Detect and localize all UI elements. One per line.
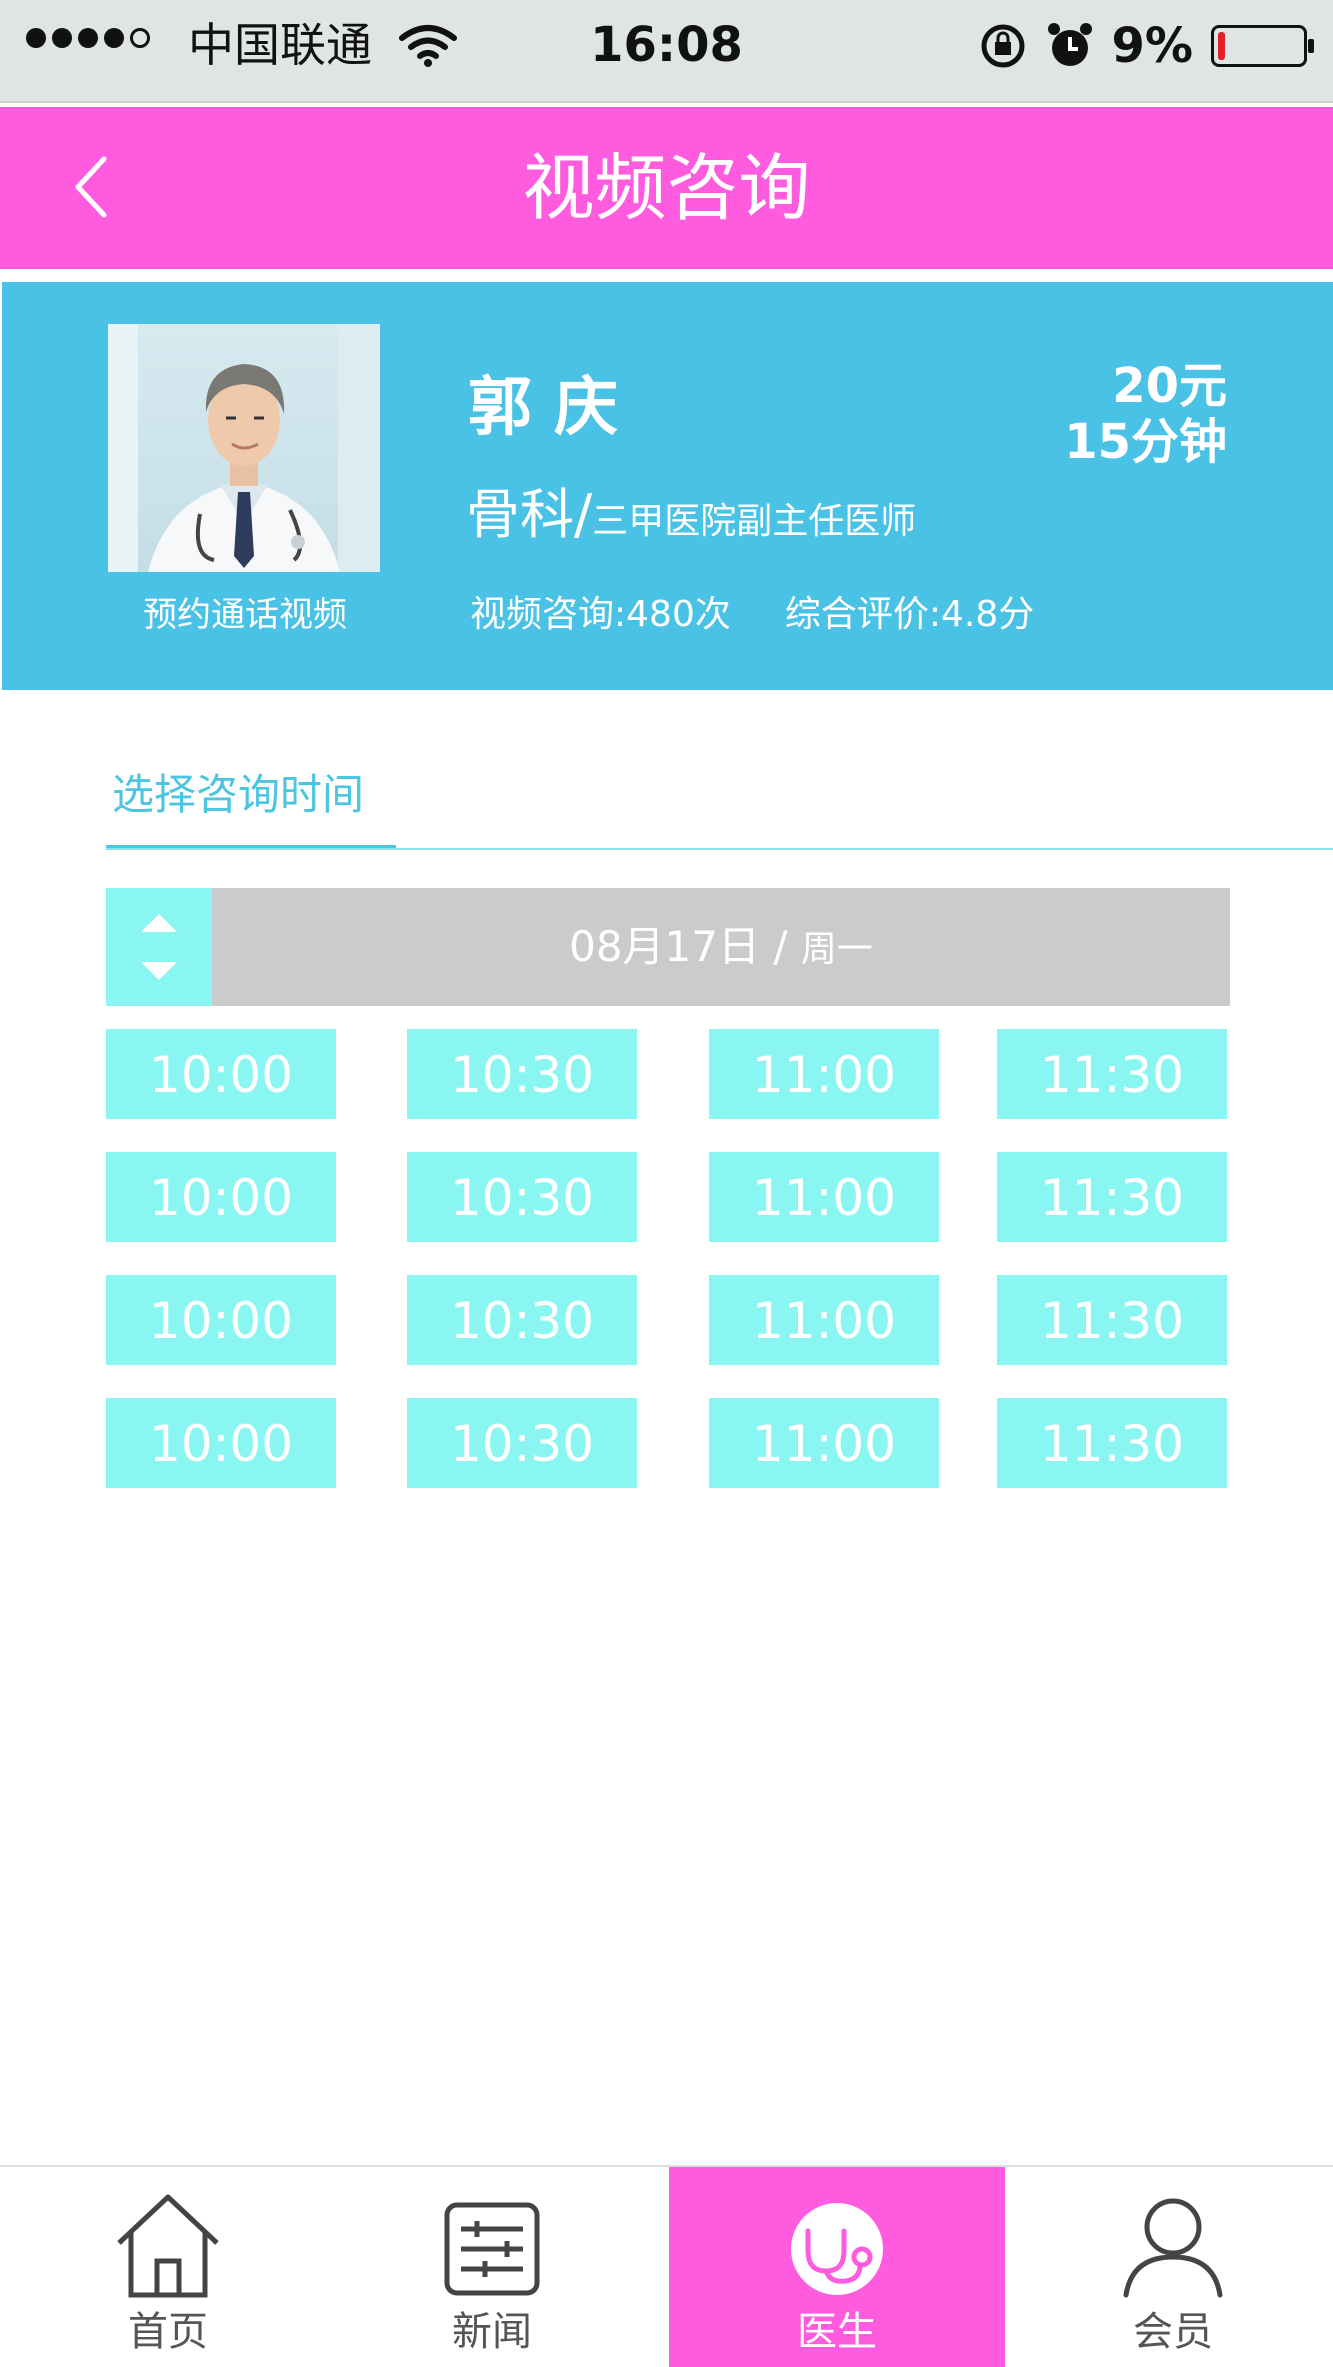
- time-slot[interactable]: 10:00: [106, 1275, 336, 1365]
- rotation-lock-icon: [981, 24, 1024, 68]
- tab-doctor-label: 医生: [797, 2309, 877, 2355]
- back-button[interactable]: [60, 147, 120, 227]
- time-slot[interactable]: 11:30: [997, 1152, 1227, 1242]
- department-separator: /: [574, 483, 593, 546]
- alarm-icon: [1047, 23, 1092, 66]
- arrow-up-icon[interactable]: [137, 906, 181, 942]
- doctor-name: 郭庆: [468, 371, 640, 445]
- tab-member[interactable]: 会员: [1005, 2167, 1333, 2367]
- status-bar: 中国联通 16:08 9%: [0, 0, 1333, 103]
- tab-bar: 首页 新闻 医生 会员: [0, 2165, 1333, 2367]
- news-icon: [444, 2202, 540, 2296]
- doctor-department: 骨科/三甲医院副主任医师: [466, 480, 916, 563]
- time-slot[interactable]: 11:00: [709, 1152, 939, 1242]
- date-stepper: [106, 888, 212, 1006]
- section-divider: [106, 848, 1333, 850]
- time-slot[interactable]: 10:30: [407, 1275, 637, 1365]
- tab-home[interactable]: 首页: [0, 2167, 336, 2367]
- time-slot[interactable]: 10:30: [407, 1029, 637, 1119]
- time-slot[interactable]: 11:00: [709, 1398, 939, 1488]
- tab-select-time-label: 选择咨询时间: [112, 770, 365, 819]
- selected-date: 08月17日 / 周一: [212, 888, 1230, 1006]
- date-separator: /: [773, 922, 788, 971]
- price-amount: 20元: [1112, 358, 1227, 414]
- time-slot[interactable]: 10:00: [106, 1398, 336, 1488]
- page-title: 视频咨询: [522, 146, 811, 230]
- price-duration: 15分钟: [1064, 414, 1227, 470]
- time-slot[interactable]: 11:00: [709, 1275, 939, 1365]
- time-slot[interactable]: 10:00: [106, 1152, 336, 1242]
- tab-news[interactable]: 新闻: [324, 2167, 660, 2367]
- rating: 综合评价:4.8分: [784, 594, 1035, 635]
- nav-bar: 视频咨询: [0, 107, 1333, 269]
- tab-select-time[interactable]: 选择咨询时间: [106, 760, 396, 850]
- doctor-avatar: [108, 324, 380, 572]
- department-name: 骨科: [466, 483, 574, 546]
- doctor-card: 预约通话视频 郭庆 骨科/三甲医院副主任医师 20元 15分钟 视频咨询:480…: [2, 282, 1333, 690]
- user-icon: [1123, 2198, 1223, 2298]
- consult-count: 视频咨询:480次: [470, 594, 731, 635]
- time-slot[interactable]: 10:00: [106, 1029, 336, 1119]
- tab-home-label: 首页: [128, 2309, 208, 2355]
- time-slot[interactable]: 10:30: [407, 1152, 637, 1242]
- battery-level: [1218, 32, 1225, 60]
- time-slot[interactable]: 11:30: [997, 1029, 1227, 1119]
- date-selector: 08月17日 / 周一: [106, 888, 1230, 1006]
- appointment-label[interactable]: 预约通话视频: [76, 590, 414, 640]
- battery-percent: 9%: [1111, 18, 1194, 74]
- doctor-price: 20元 15分钟: [1064, 358, 1227, 470]
- tab-doctor[interactable]: 医生: [669, 2167, 1005, 2367]
- arrow-down-icon[interactable]: [137, 952, 181, 988]
- weekday: 周一: [800, 929, 873, 970]
- time-slot[interactable]: 11:30: [997, 1275, 1227, 1365]
- battery-icon: [1211, 25, 1314, 67]
- time-slot[interactable]: 11:30: [997, 1398, 1227, 1488]
- tab-member-label: 会员: [1133, 2309, 1213, 2355]
- chevron-left-icon: [75, 156, 107, 218]
- time-slot[interactable]: 11:00: [709, 1029, 939, 1119]
- home-icon: [117, 2194, 219, 2298]
- stethoscope-icon: [791, 2203, 883, 2295]
- doctor-title: 三甲医院副主任医师: [592, 501, 917, 542]
- doctor-stats: 视频咨询:480次 综合评价:4.8分: [470, 590, 1034, 640]
- date-value: 08月17日: [569, 922, 760, 971]
- time-slot[interactable]: 10:30: [407, 1398, 637, 1488]
- tab-news-label: 新闻: [452, 2309, 532, 2355]
- page: 中国联通 16:08 9% 视频咨询 预约通话视频 郭庆 骨科/三甲医院副主任医…: [0, 0, 1333, 2367]
